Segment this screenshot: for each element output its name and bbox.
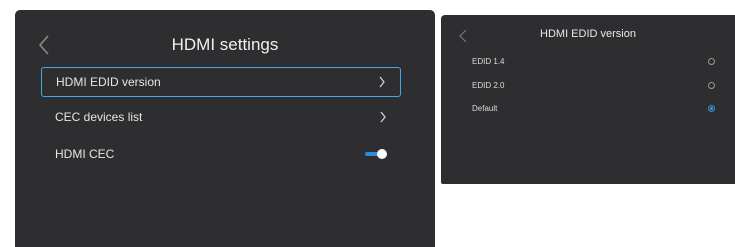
option-label: EDID 2.0 xyxy=(472,80,505,90)
hdmi-cec-toggle[interactable] xyxy=(365,148,387,160)
menu-item-label: HDMI EDID version xyxy=(56,75,161,89)
toggle-knob xyxy=(377,149,387,159)
chevron-right-icon xyxy=(380,111,386,123)
chevron-right-icon xyxy=(379,76,385,88)
menu-item-hdmi-cec[interactable]: HDMI CEC xyxy=(41,139,401,169)
radio-button-selected[interactable] xyxy=(708,104,715,112)
hdmi-settings-panel: HDMI settings HDMI EDID version CEC devi… xyxy=(15,10,435,247)
menu-item-hdmi-edid-version[interactable]: HDMI EDID version xyxy=(41,67,401,97)
option-edid-2-0[interactable]: EDID 2.0 xyxy=(472,78,715,92)
option-label: EDID 1.4 xyxy=(472,56,505,66)
menu-item-label: HDMI CEC xyxy=(55,147,115,161)
radio-button[interactable] xyxy=(708,81,715,89)
hdmi-edid-version-panel: HDMI EDID version EDID 1.4 EDID 2.0 Defa… xyxy=(441,15,735,184)
option-edid-1-4[interactable]: EDID 1.4 xyxy=(472,54,715,68)
menu-item-cec-devices-list[interactable]: CEC devices list xyxy=(41,102,401,132)
screenshot-stage: HDMI settings HDMI EDID version CEC devi… xyxy=(0,0,735,247)
panel-title: HDMI EDID version xyxy=(540,28,636,40)
page-title: HDMI settings xyxy=(171,35,279,54)
menu-item-label: CEC devices list xyxy=(55,110,143,124)
option-label: Default xyxy=(472,103,498,113)
option-default[interactable]: Default xyxy=(472,101,715,115)
radio-button[interactable] xyxy=(708,57,715,65)
